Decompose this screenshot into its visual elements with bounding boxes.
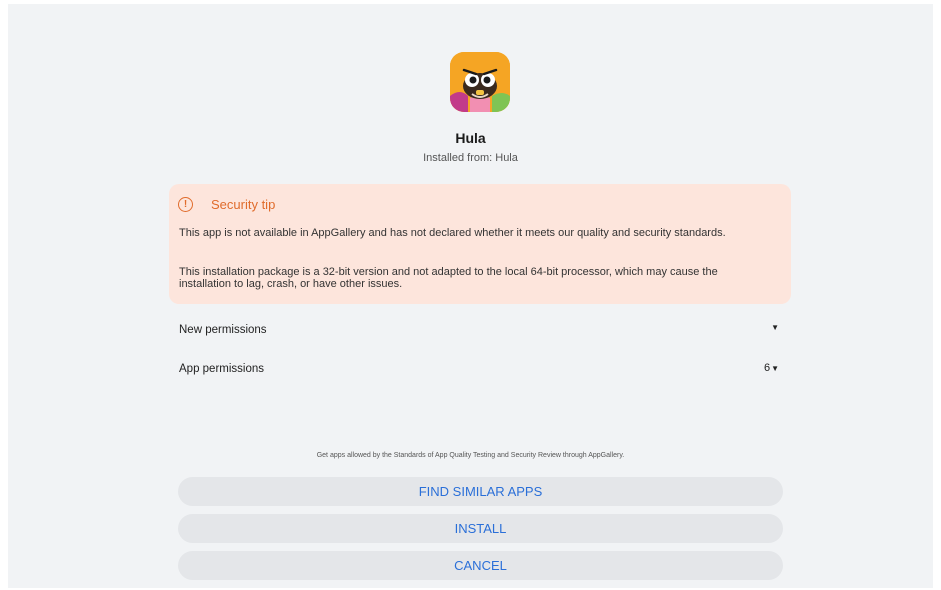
app-name: Hula — [455, 130, 486, 146]
install-dialog: Hula Installed from: Hula ! Security tip… — [8, 4, 933, 588]
security-tip-text-1: This app is not available in AppGallery … — [179, 227, 726, 239]
app-icon — [450, 52, 510, 112]
new-permissions-label: New permissions — [179, 324, 267, 336]
security-tip-box: ! Security tip This app is not available… — [169, 184, 791, 304]
caret-down-icon: ▼ — [771, 363, 779, 373]
app-permissions-count: 6 — [763, 362, 771, 374]
security-tip-text-2: This installation package is a 32-bit ve… — [179, 266, 718, 290]
app-permissions-label: App permissions — [179, 363, 265, 375]
appgallery-footnote: Get apps allowed by the Standards of App… — [316, 452, 625, 459]
installed-from-label: Installed from: Hula — [423, 152, 518, 164]
security-tip-header: ! Security tip — [178, 197, 275, 212]
install-button[interactable]: INSTALL — [178, 514, 783, 543]
find-similar-apps-button[interactable]: FIND SIMILAR APPS — [178, 477, 783, 506]
cancel-button[interactable]: CANCEL — [178, 551, 783, 580]
caret-down-icon: ▼ — [771, 323, 779, 332]
app-permissions-row[interactable]: App permissions 6 ▼ — [169, 360, 791, 380]
warning-circle-icon: ! — [178, 197, 193, 212]
new-permissions-row[interactable]: New permissions ▼ — [169, 321, 791, 341]
app-permissions-expand[interactable]: 6 ▼ — [764, 362, 779, 374]
security-tip-title: Security tip — [211, 197, 276, 212]
new-permissions-expand[interactable]: ▼ — [770, 323, 779, 332]
